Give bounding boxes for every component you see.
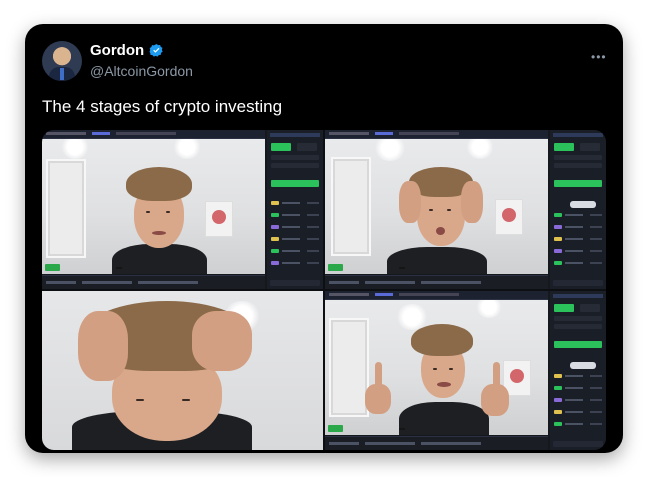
media-panel-stage-4[interactable]: [325, 291, 606, 450]
stream-top-bar: [325, 130, 548, 139]
avatar-tie: [60, 68, 64, 80]
media-panel-stage-1[interactable]: [42, 130, 323, 289]
stream-top-bar: [325, 291, 548, 300]
tweet-card[interactable]: Gordon @AltcoinGordon ••• The 4 stages o…: [25, 24, 623, 453]
live-tag: [45, 264, 60, 271]
media-panel-stage-2[interactable]: [325, 130, 606, 289]
webcam-video: [42, 291, 323, 450]
user-handle[interactable]: @AltcoinGordon: [90, 63, 193, 79]
avatar[interactable]: [42, 41, 82, 81]
stream-bottom-bar: [325, 275, 548, 289]
stream-top-bar: [42, 130, 265, 139]
media-panel-stage-3[interactable]: [42, 291, 323, 450]
webcam-video: [325, 139, 548, 274]
live-tag: [328, 264, 343, 271]
trade-sidebar: [267, 130, 323, 289]
stream-caption: [399, 267, 405, 269]
stream-bottom-bar: [42, 275, 265, 289]
stream-caption: [399, 428, 405, 430]
trade-sidebar: [550, 291, 606, 450]
display-name[interactable]: Gordon: [90, 42, 144, 59]
webcam-video: [42, 139, 265, 274]
stream-caption: [116, 267, 122, 269]
webcam-video: [325, 300, 548, 435]
trade-sidebar: [550, 130, 606, 289]
tweet-text: The 4 stages of crypto investing: [42, 97, 283, 116]
tweet-media-grid[interactable]: [42, 130, 606, 450]
stream-bottom-bar: [325, 436, 548, 450]
live-tag: [328, 425, 343, 432]
more-options-icon[interactable]: •••: [591, 50, 607, 64]
verified-badge-icon: [149, 43, 163, 57]
